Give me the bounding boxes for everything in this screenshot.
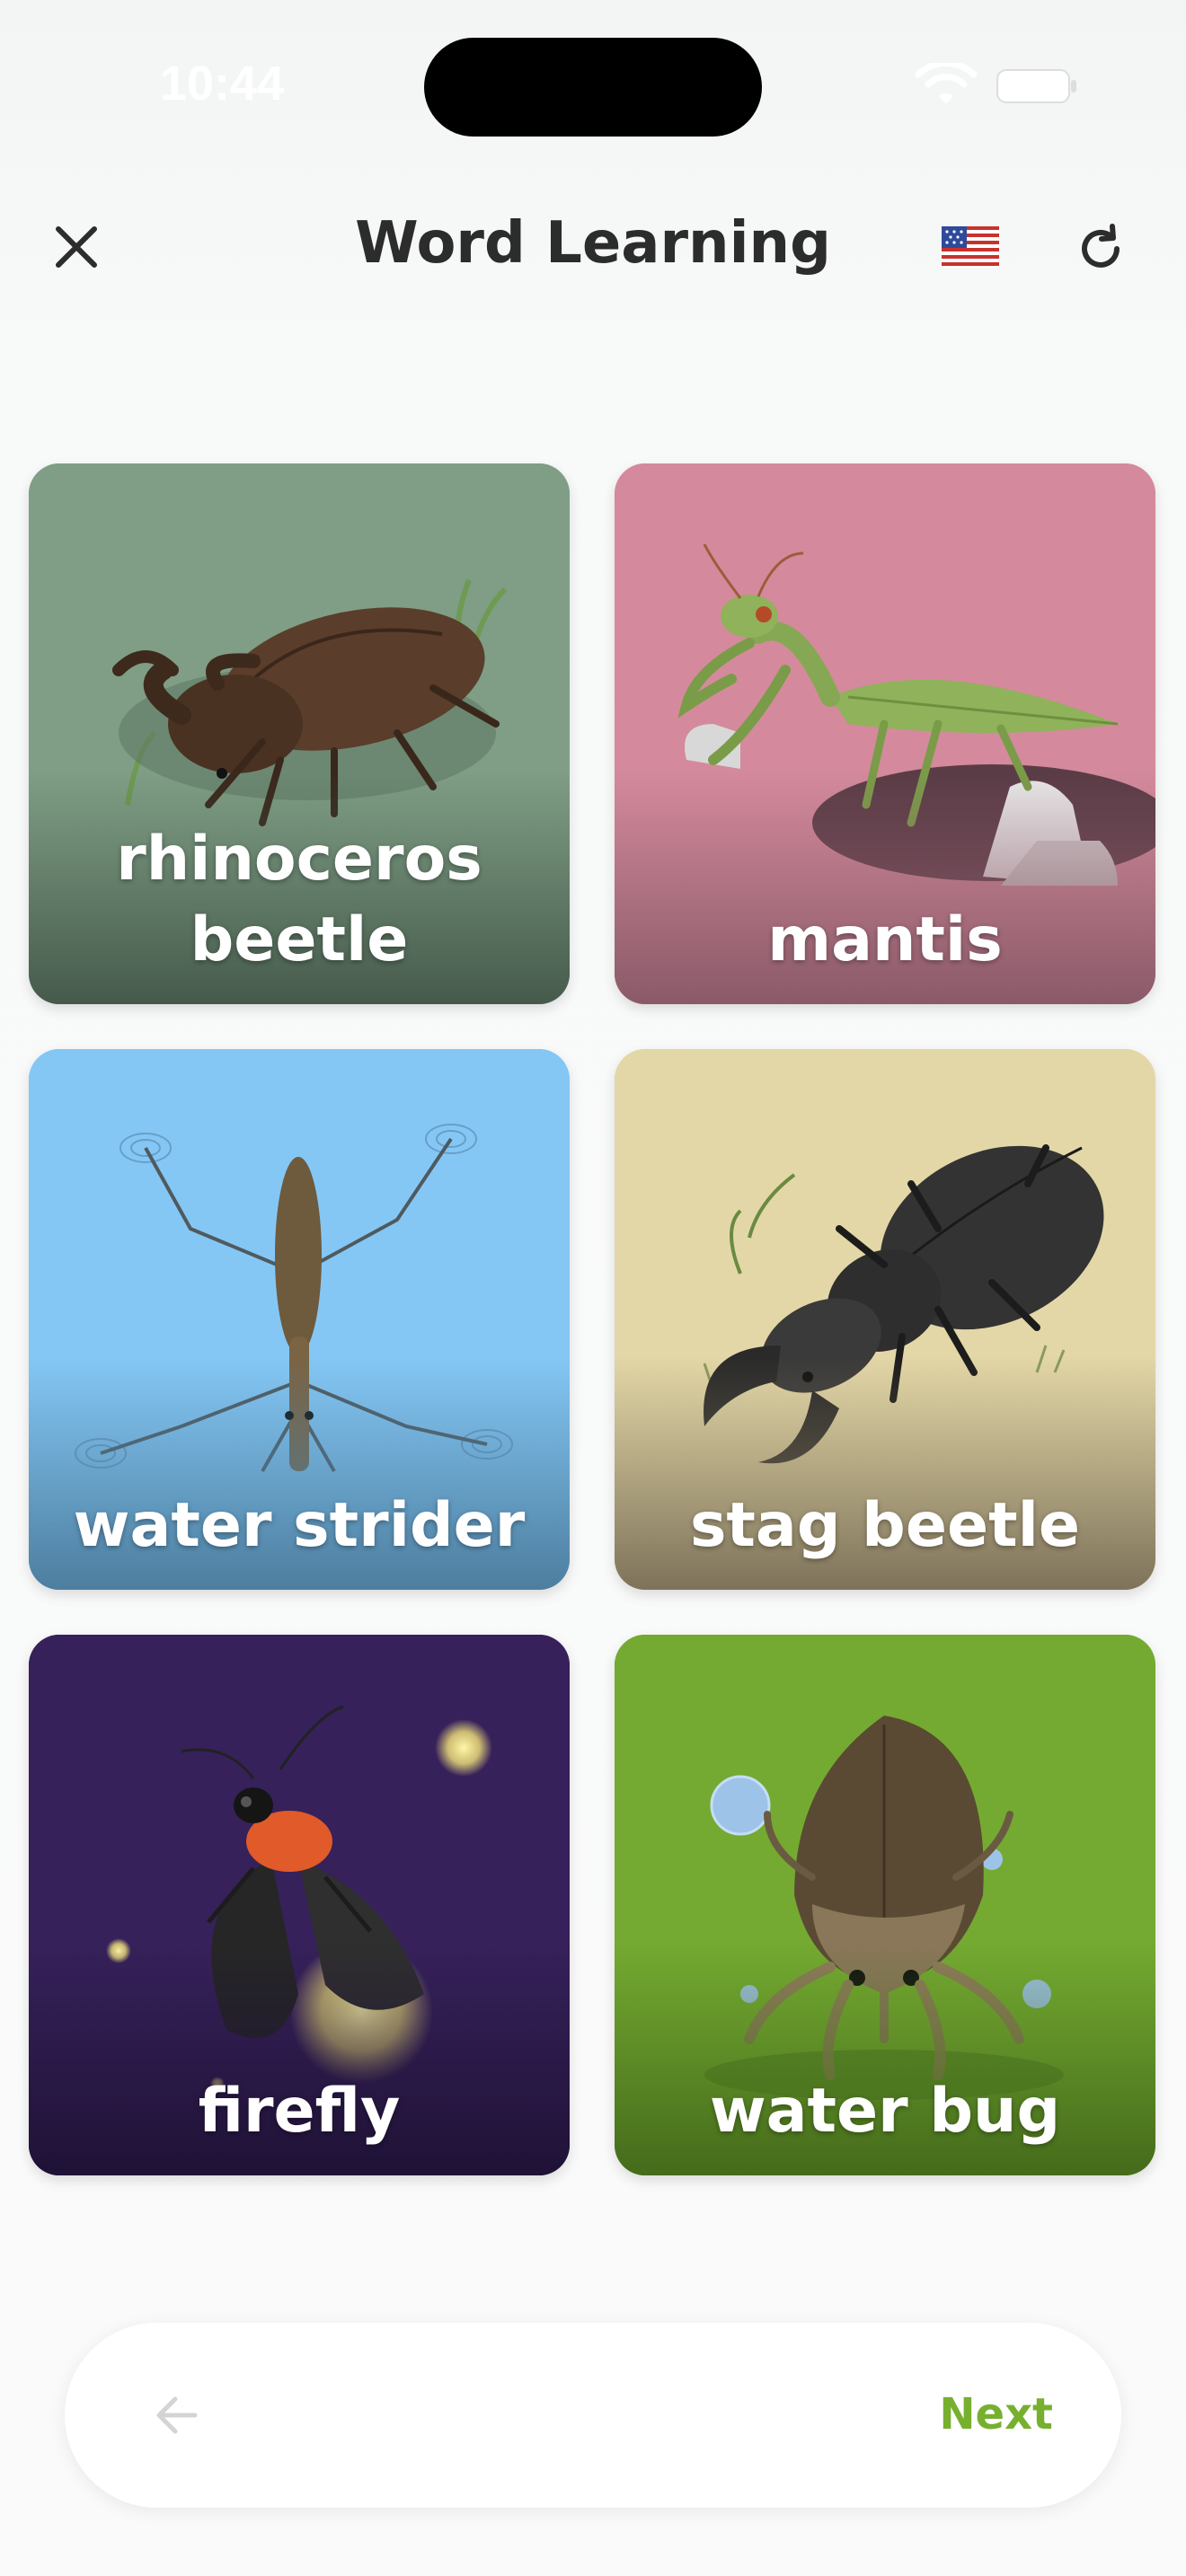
status-time: 10:44 [160, 57, 285, 110]
word-label: rhinoceros beetle [116, 824, 482, 975]
status-bar: 10:44 [0, 0, 1186, 171]
word-card-firefly[interactable]: firefly [29, 1635, 570, 2175]
wifi-icon [915, 63, 978, 104]
header: Word Learning [0, 180, 1186, 314]
word-card-water-strider[interactable]: water strider [29, 1049, 570, 1590]
word-label: water strider [73, 1490, 526, 1561]
refresh-button[interactable] [1062, 210, 1139, 287]
word-label: water bug [709, 2076, 1061, 2147]
word-label: firefly [198, 2076, 401, 2147]
arrow-left-icon [156, 2396, 198, 2434]
word-label: mantis [767, 904, 1003, 975]
word-card-rhinoceros-beetle[interactable]: rhinoceros beetle [29, 463, 570, 1004]
battery-icon [996, 69, 1076, 103]
app-screen: 10:44 Word Learning rhinoceros beetle ma… [0, 0, 1186, 2576]
close-button[interactable] [36, 207, 117, 287]
word-card-water-bug[interactable]: water bug [615, 1635, 1155, 2175]
language-button[interactable] [934, 216, 1006, 278]
refresh-icon [1082, 224, 1120, 268]
word-label: stag beetle [689, 1490, 1081, 1561]
us-flag-icon [942, 226, 999, 268]
bottom-navigation: Next [65, 2323, 1121, 2508]
close-icon [56, 226, 97, 268]
word-card-stag-beetle[interactable]: stag beetle [615, 1049, 1155, 1590]
dynamic-island [424, 38, 762, 137]
page-title: Word Learning [355, 210, 831, 277]
word-card-mantis[interactable]: mantis [615, 463, 1155, 1004]
next-button[interactable]: Next [939, 2369, 1053, 2459]
back-button[interactable] [137, 2375, 217, 2456]
